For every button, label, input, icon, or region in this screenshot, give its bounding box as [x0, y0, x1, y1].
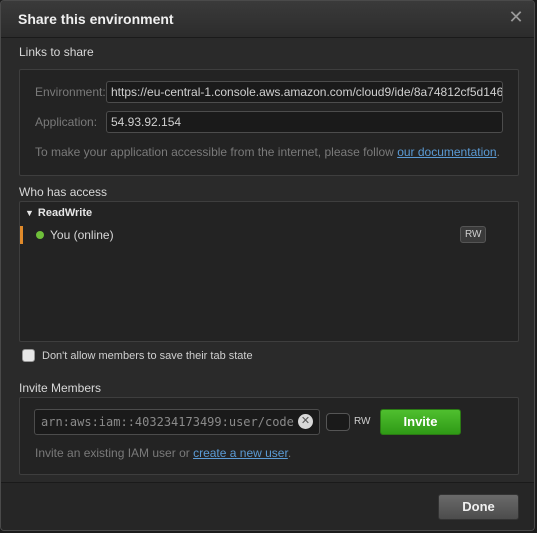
application-hint: To make your application accessible from…	[35, 145, 500, 159]
share-dialog: Share this environment ✕ Links to share …	[0, 0, 535, 531]
dialog-title: Share this environment	[18, 11, 174, 27]
member-permission-badge[interactable]: RW	[460, 226, 487, 243]
toggle-label: RW	[354, 416, 371, 427]
done-button[interactable]: Done	[438, 494, 519, 520]
invite-permission-toggle[interactable]: RW	[326, 413, 374, 431]
invite-hint: Invite an existing IAM user or create a …	[35, 446, 291, 460]
invite-arn-input[interactable]: arn:aws:iam::403234173499:user/code	[34, 409, 320, 435]
application-label: Application:	[35, 115, 98, 129]
invite-hint-suffix: .	[287, 446, 292, 460]
online-status-icon	[36, 231, 44, 239]
toggle-track[interactable]	[326, 413, 350, 431]
invite-hint-text: Invite an existing IAM user or	[35, 446, 194, 460]
group-name: ReadWrite	[37, 207, 93, 219]
dialog-titlebar: Share this environment ✕	[1, 1, 534, 38]
member-selected-marker	[20, 226, 23, 244]
member-row[interactable]: You (online) RW	[20, 224, 517, 246]
links-box: Environment: https://eu-central-1.consol…	[19, 69, 519, 176]
application-hint-text: To make your application accessible from…	[35, 145, 398, 159]
access-list	[19, 201, 519, 342]
tab-state-checkbox[interactable]	[22, 349, 35, 362]
application-hint-suffix: .	[496, 145, 500, 159]
invite-button[interactable]: Invite	[380, 409, 461, 435]
create-user-link[interactable]: create a new user	[193, 446, 288, 460]
invite-section-label: Invite Members	[19, 381, 102, 395]
close-icon[interactable]: ✕	[507, 8, 525, 26]
environment-url-field[interactable]: https://eu-central-1.console.aws.amazon.…	[106, 81, 503, 103]
access-section-label: Who has access	[19, 185, 108, 199]
tab-state-label: Don't allow members to save their tab st…	[42, 350, 253, 362]
environment-label: Environment:	[35, 85, 106, 99]
readwrite-group-header[interactable]: ▼ ReadWrite	[25, 207, 92, 219]
links-section-label: Links to share	[19, 45, 94, 59]
documentation-link[interactable]: our documentation	[397, 145, 496, 159]
caret-down-icon: ▼	[25, 208, 34, 218]
clear-input-icon[interactable]: ✕	[298, 414, 313, 429]
application-url-field[interactable]: 54.93.92.154	[106, 111, 503, 133]
member-name: You (online)	[50, 228, 114, 242]
